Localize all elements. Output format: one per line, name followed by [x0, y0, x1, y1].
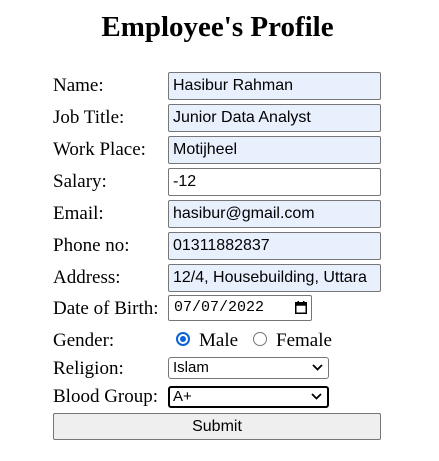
gender-female-label: Female	[276, 330, 332, 351]
religion-label: Religion:	[53, 358, 124, 379]
email-field[interactable]: hasibur@gmail.com	[168, 200, 381, 228]
job-title-label: Job Title:	[53, 107, 125, 128]
blood-group-select[interactable]: A+	[168, 386, 329, 408]
work-place-label: Work Place:	[53, 139, 146, 160]
chevron-down-icon	[312, 364, 323, 371]
gender-female-radio[interactable]	[253, 332, 267, 346]
chevron-down-icon	[311, 393, 322, 400]
address-field[interactable]: 12/4, Housebuilding, Uttara	[168, 264, 381, 292]
page-title: Employee's Profile	[101, 11, 334, 43]
religion-selected-value: Islam	[173, 359, 209, 376]
submit-button[interactable]: Submit	[53, 413, 381, 440]
salary-field[interactable]: -12	[168, 168, 381, 196]
salary-label: Salary:	[53, 171, 107, 192]
gender-label: Gender:	[53, 330, 115, 351]
phone-label: Phone no:	[53, 235, 130, 256]
dob-label: Date of Birth:	[53, 298, 159, 319]
blood-group-selected-value: A+	[173, 388, 192, 405]
phone-field[interactable]: 01311882837	[168, 232, 381, 260]
name-field[interactable]: Hasibur Rahman	[168, 72, 381, 100]
dob-date-input[interactable]: 07/07/2022	[168, 295, 312, 321]
dob-value: 07/07/2022	[174, 299, 265, 316]
blood-group-label: Blood Group:	[53, 386, 159, 407]
calendar-icon[interactable]	[295, 301, 307, 314]
gender-male-label: Male	[199, 330, 239, 351]
address-label: Address:	[53, 267, 121, 288]
email-label: Email:	[53, 203, 104, 224]
religion-select[interactable]: Islam	[168, 357, 329, 379]
name-label: Name:	[53, 75, 104, 96]
work-place-field[interactable]: Motijheel	[168, 136, 381, 164]
job-title-field[interactable]: Junior Data Analyst	[168, 104, 381, 132]
gender-male-radio[interactable]	[176, 332, 190, 346]
